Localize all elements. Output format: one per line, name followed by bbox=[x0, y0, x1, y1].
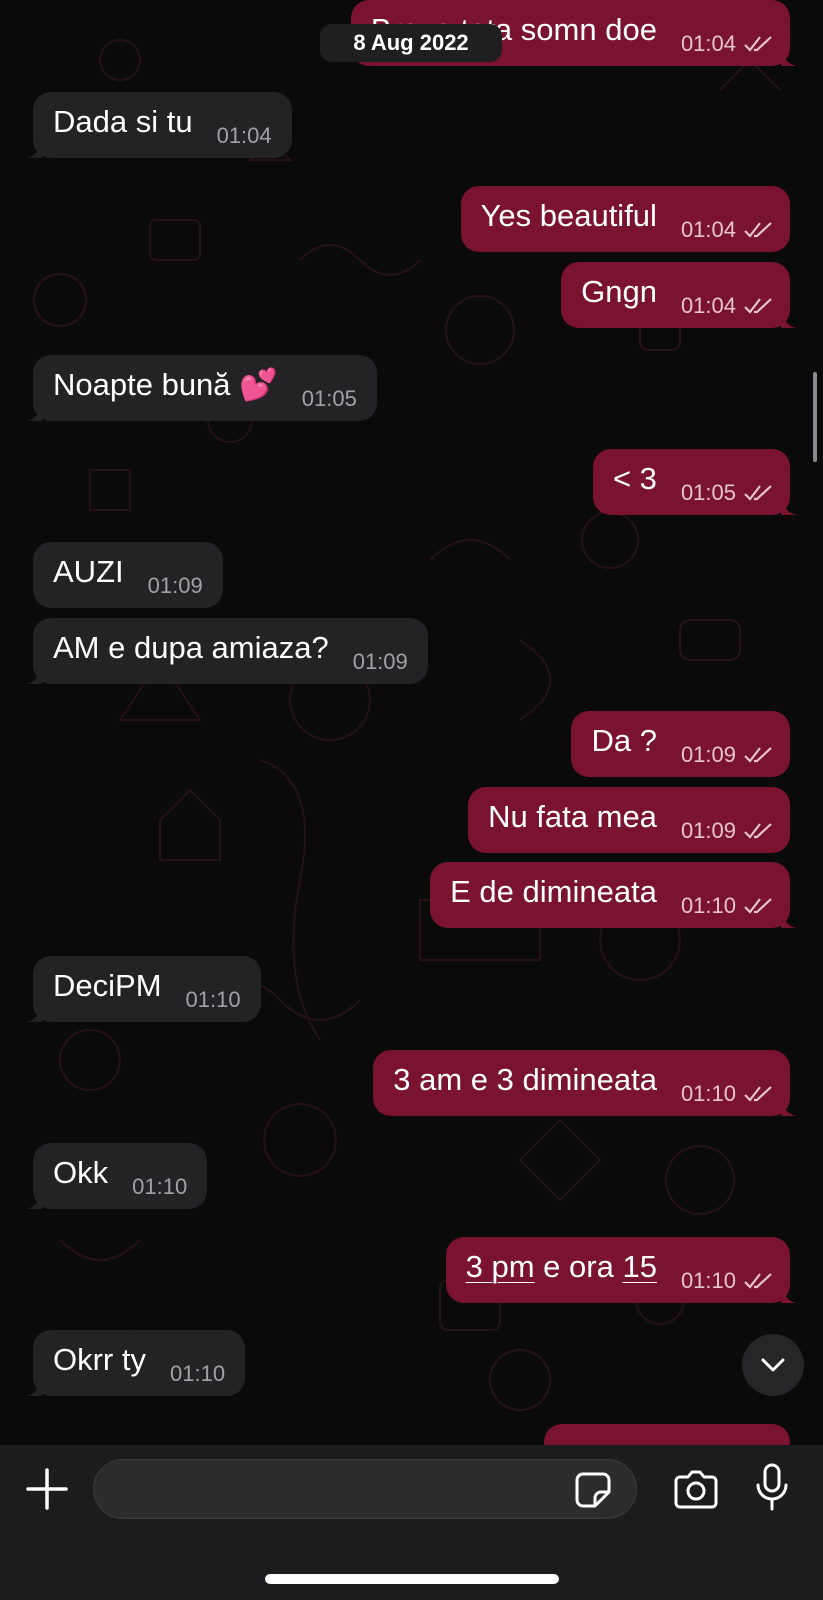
message-time: 01:04 bbox=[680, 217, 736, 242]
double-check-icon bbox=[744, 298, 772, 314]
camera-icon[interactable] bbox=[672, 1469, 720, 1509]
message-outgoing[interactable]: < 3 01:05 bbox=[592, 449, 797, 515]
message-outgoing[interactable]: 3 pm e ora 15 01:10 bbox=[445, 1237, 797, 1303]
message-text: Yes beautiful bbox=[480, 198, 657, 233]
bubble-tail bbox=[26, 1380, 42, 1396]
bubble-tail bbox=[26, 142, 42, 158]
message-text-part: e ora bbox=[534, 1249, 623, 1284]
message-incoming[interactable]: AM e dupa amiaza? 01:09 bbox=[26, 618, 428, 684]
message-text: Okrr ty bbox=[53, 1342, 146, 1377]
message-incoming[interactable]: Okk 01:10 bbox=[26, 1143, 208, 1209]
message-text: Okk bbox=[53, 1155, 109, 1190]
message-text: Dada si tu bbox=[53, 104, 193, 139]
message-text: Nu fata mea bbox=[488, 799, 657, 834]
bubble-tail bbox=[26, 1006, 42, 1022]
message-outgoing[interactable]: Nu fata mea 01:09 bbox=[468, 787, 790, 853]
scroll-to-bottom-button[interactable] bbox=[742, 1334, 804, 1396]
scroll-indicator[interactable] bbox=[813, 372, 817, 462]
bubble-tail bbox=[781, 499, 797, 515]
sticker-icon[interactable] bbox=[575, 1472, 611, 1508]
detected-number-link[interactable]: 15 bbox=[622, 1249, 656, 1284]
double-check-icon bbox=[744, 747, 772, 763]
message-time: 01:09 bbox=[680, 742, 736, 767]
double-check-icon bbox=[744, 1273, 772, 1289]
message-incoming[interactable]: DeciPM 01:10 bbox=[26, 956, 261, 1022]
bubble-tail bbox=[26, 405, 42, 421]
double-check-icon bbox=[744, 485, 772, 501]
chevron-down-icon bbox=[761, 1358, 785, 1372]
message-text: 3 pm e ora 15 bbox=[466, 1249, 657, 1285]
message-outgoing[interactable]: E de dimineata 01:10 bbox=[430, 862, 797, 928]
message-time: 01:10 bbox=[680, 893, 736, 918]
message-text: Da ? bbox=[591, 723, 657, 758]
message-text: AM e dupa amiaza? bbox=[53, 630, 329, 665]
double-check-icon bbox=[744, 823, 772, 839]
bubble-tail bbox=[781, 50, 797, 66]
message-time: 01:04 bbox=[216, 123, 272, 148]
message-text: < 3 bbox=[612, 461, 657, 496]
message-time: 01:04 bbox=[680, 31, 736, 56]
bubble-tail bbox=[26, 1193, 42, 1209]
message-time: 01:10 bbox=[680, 1081, 736, 1106]
message-time: 01:05 bbox=[680, 480, 736, 505]
message-time: 01:05 bbox=[301, 386, 357, 411]
message-outgoing-partial[interactable] bbox=[544, 1424, 790, 1445]
message-input[interactable] bbox=[93, 1459, 637, 1519]
date-separator: 8 Aug 2022 bbox=[320, 24, 502, 62]
detected-time-link[interactable]: 3 pm bbox=[466, 1249, 535, 1284]
message-time: 01:09 bbox=[352, 649, 408, 674]
message-text: 3 am e 3 dimineata bbox=[393, 1062, 657, 1097]
message-text: Gngn bbox=[581, 274, 657, 309]
double-check-icon bbox=[744, 36, 772, 52]
message-outgoing[interactable]: Da ? 01:09 bbox=[571, 711, 790, 777]
double-check-icon bbox=[744, 898, 772, 914]
double-check-icon bbox=[744, 222, 772, 238]
bubble-tail bbox=[781, 312, 797, 328]
double-check-icon bbox=[744, 1086, 772, 1102]
message-outgoing[interactable]: 3 am e 3 dimineata 01:10 bbox=[373, 1050, 797, 1116]
message-incoming[interactable]: Okrr ty 01:10 bbox=[26, 1330, 246, 1396]
message-time: 01:10 bbox=[680, 1268, 736, 1293]
bubble-tail bbox=[781, 912, 797, 928]
message-text: E de dimineata bbox=[450, 874, 657, 909]
microphone-icon[interactable] bbox=[755, 1463, 789, 1511]
home-indicator bbox=[265, 1574, 559, 1584]
plus-icon[interactable] bbox=[26, 1468, 68, 1510]
message-incoming[interactable]: Dada si tu 01:04 bbox=[26, 92, 292, 158]
message-incoming[interactable]: AUZI 01:09 bbox=[33, 542, 223, 608]
message-time: 01:10 bbox=[185, 987, 241, 1012]
message-text: Noapte bună 💕 bbox=[53, 367, 278, 402]
message-outgoing[interactable]: Yes beautiful 01:04 bbox=[460, 186, 790, 252]
message-time: 01:10 bbox=[170, 1361, 226, 1386]
bubble-tail bbox=[781, 1287, 797, 1303]
bubble-tail bbox=[26, 668, 42, 684]
message-text: AUZI bbox=[53, 554, 124, 589]
message-time: 01:04 bbox=[680, 293, 736, 318]
message-time: 01:09 bbox=[680, 818, 736, 843]
message-text: DeciPM bbox=[53, 968, 162, 1003]
message-time: 01:10 bbox=[132, 1174, 188, 1199]
message-outgoing[interactable]: Gngn 01:04 bbox=[561, 262, 797, 328]
message-time: 01:09 bbox=[147, 573, 203, 598]
bubble-tail bbox=[781, 1100, 797, 1116]
message-incoming[interactable]: Noapte bună 💕 01:05 bbox=[26, 355, 377, 421]
